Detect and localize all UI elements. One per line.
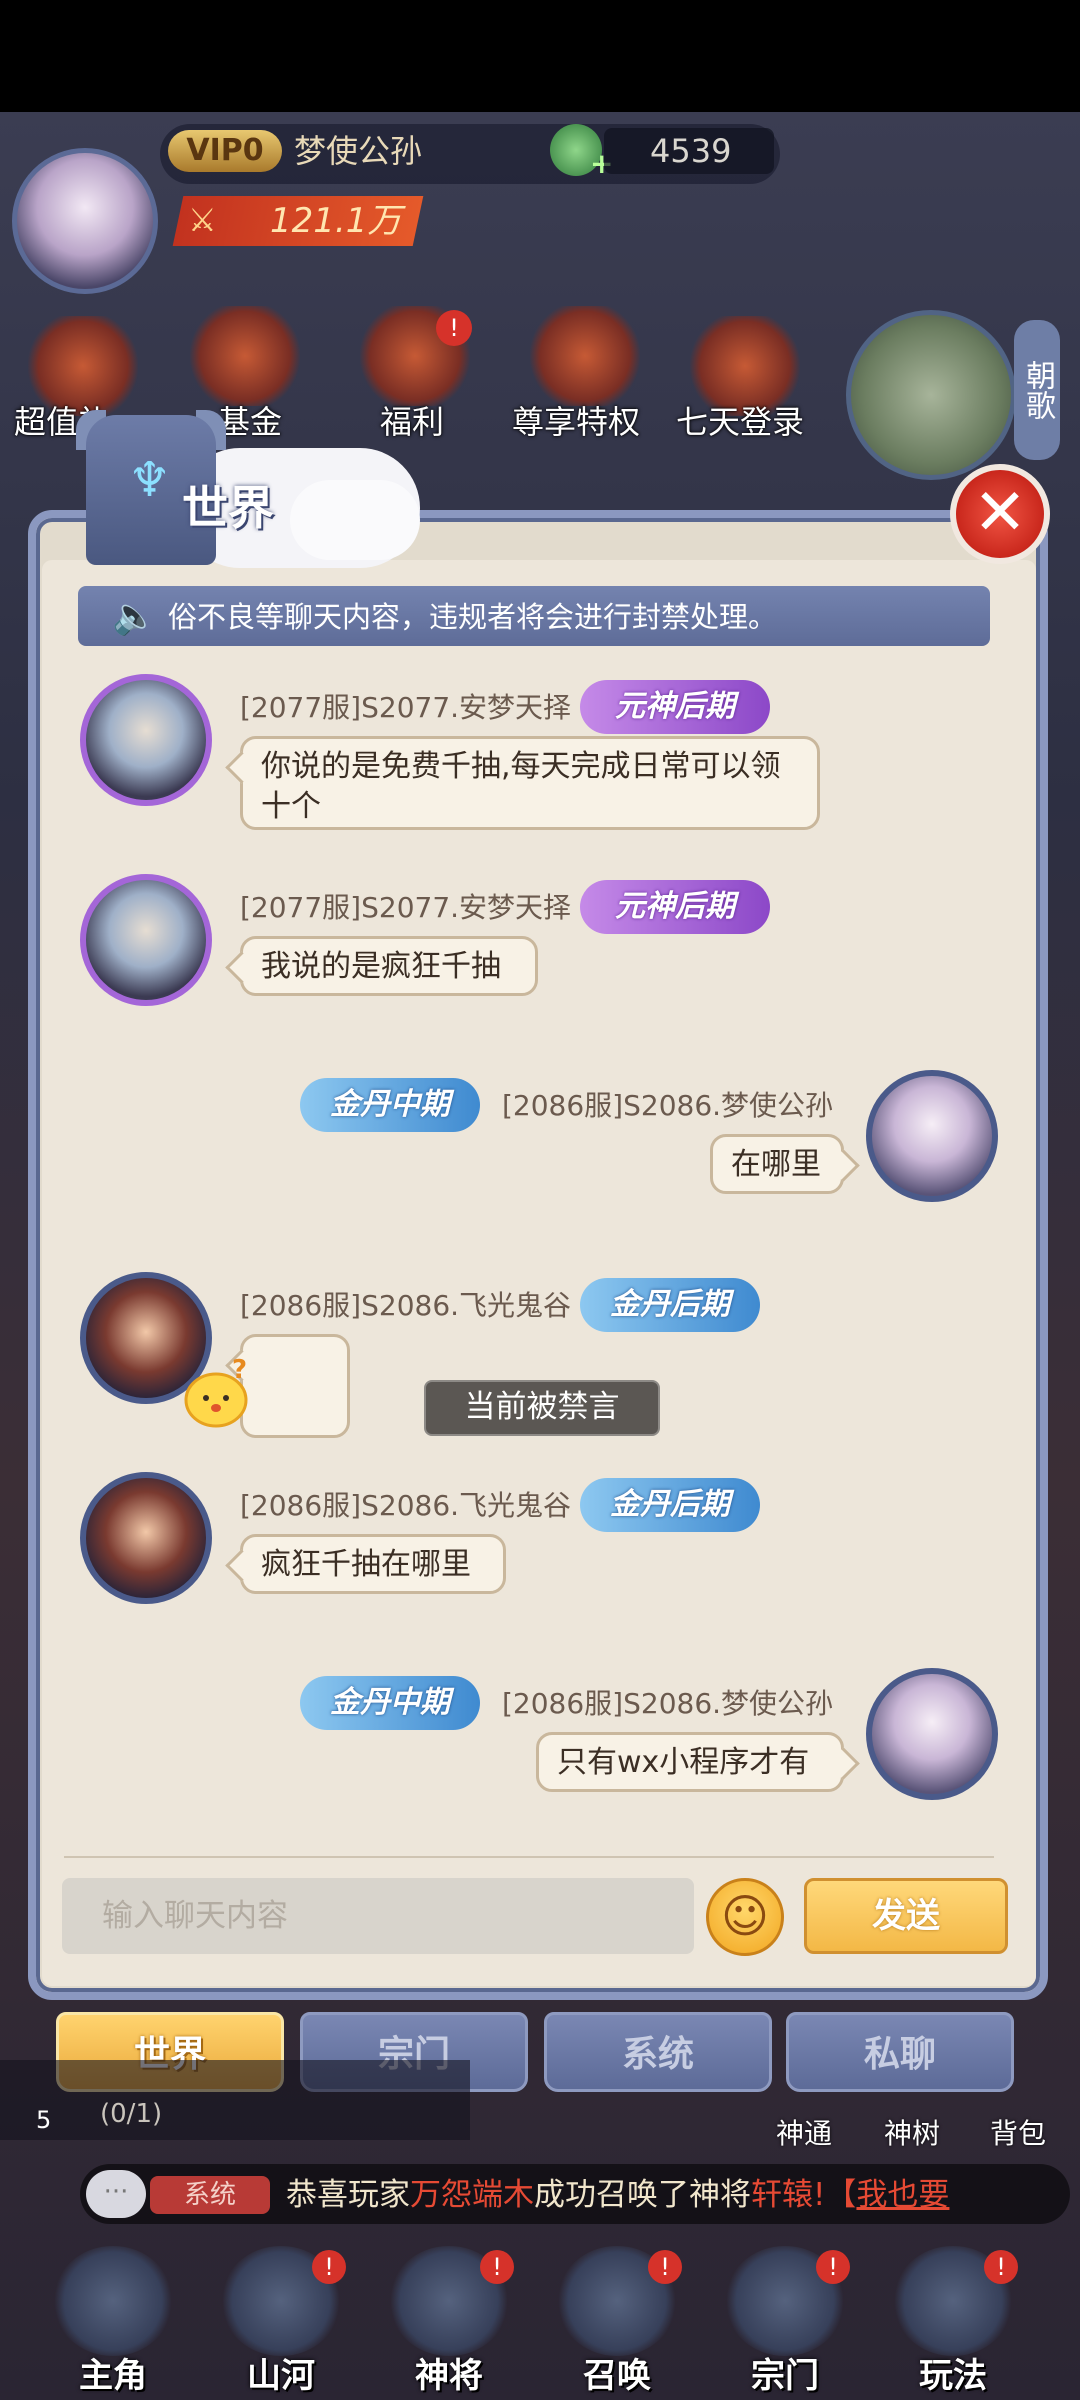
rank-badge: 金丹后期 <box>580 1278 760 1332</box>
emoji-button[interactable]: ☺ <box>706 1878 784 1956</box>
quest-tracker[interactable] <box>0 2060 470 2140</box>
notification-dot: ! <box>816 2250 850 2284</box>
rank-badge: 元神后期 <box>580 880 770 934</box>
feature-label[interactable]: 基金 <box>218 402 282 442</box>
muted-toast: 当前被禁言 <box>424 1380 660 1436</box>
vip-badge[interactable]: VIP0 <box>168 130 282 172</box>
nav-landscape[interactable]: ! 山河 <box>206 2246 356 2396</box>
send-button[interactable]: 发送 <box>804 1878 1008 1954</box>
sender-name[interactable]: [2077服]S2077.安梦天择 <box>240 688 571 728</box>
notice-text: 俗不良等聊天内容，违规者将会进行封禁处理。 <box>168 600 778 634</box>
player-name: 梦使公孙 <box>294 132 423 170</box>
nav-summon[interactable]: ! 召唤 <box>542 2246 692 2396</box>
quest-progress: (0/1) <box>100 2099 163 2129</box>
side-banner[interactable]: 朝歌 <box>1014 320 1060 460</box>
rune-icon: ♆ <box>128 452 172 508</box>
notification-dot: ! <box>984 2250 1018 2284</box>
message-bubble[interactable]: 我说的是疯狂千抽 <box>240 936 538 996</box>
quest-count: 5 <box>36 2106 52 2134</box>
status-bar <box>0 0 1080 112</box>
skills-button[interactable]: 神通 <box>776 2114 832 2154</box>
message-bubble[interactable]: 只有wx小程序才有 <box>536 1732 844 1792</box>
nav-label: 宗门 <box>751 2356 819 2396</box>
system-tag: 系统 <box>150 2176 270 2214</box>
nav-label: 山河 <box>247 2356 315 2396</box>
ticker-hero: 轩辕 <box>751 2177 813 2213</box>
sender-avatar[interactable] <box>80 1472 212 1604</box>
notification-dot: ! <box>312 2250 346 2284</box>
feature-label[interactable]: 尊享特权 <box>512 402 640 442</box>
close-button[interactable]: ✕ <box>950 464 1050 564</box>
sender-name[interactable]: [2086服]S2086.飞光鬼谷 <box>240 1486 571 1526</box>
speaker-icon: 🔈 <box>112 596 157 637</box>
divine-tree-button[interactable]: 神树 <box>884 2114 940 2154</box>
notification-dot: ! <box>648 2250 682 2284</box>
privilege-icon[interactable] <box>530 306 640 406</box>
sender-name[interactable]: [2086服]S2086.梦使公孙 <box>502 1684 833 1724</box>
ticker-message: 恭喜玩家万怨端木成功召唤了神将轩辕!【我也要 <box>286 2172 949 2218</box>
nav-label: 主角 <box>79 2356 147 2396</box>
title-cloud-decoration <box>290 480 420 560</box>
sender-name[interactable]: [2086服]S2086.梦使公孙 <box>502 1086 833 1126</box>
seven-day-login-icon[interactable] <box>690 316 800 416</box>
nav-protagonist[interactable]: 主角 <box>38 2246 188 2396</box>
hero-portrait-icon <box>53 2246 173 2356</box>
dialog-title: 世界 <box>182 481 274 535</box>
tab-system[interactable]: 系统 <box>544 2012 772 2092</box>
svg-text:?: ? <box>232 1356 247 1385</box>
message-bubble[interactable]: 疯狂千抽在哪里 <box>240 1534 506 1594</box>
message-bubble[interactable]: 你说的是免费千抽,每天完成日常可以领十个 <box>240 736 820 830</box>
rank-badge: 金丹后期 <box>580 1478 760 1532</box>
world-map-thumbnail[interactable] <box>846 310 1016 480</box>
self-avatar[interactable] <box>866 1070 998 1202</box>
ticker-text: !【 <box>813 2177 857 2213</box>
rank-badge: 金丹中期 <box>300 1078 480 1132</box>
feature-label[interactable]: 福利 <box>380 402 444 442</box>
message-bubble[interactable]: 在哪里 <box>710 1134 844 1194</box>
currency-value: 4539 <box>650 132 732 170</box>
divider <box>64 1856 994 1858</box>
confused-chick-sticker: ? <box>184 1356 248 1428</box>
sender-avatar[interactable] <box>80 674 212 806</box>
nav-label: 神将 <box>415 2356 483 2396</box>
combat-power-value: 121.1万 <box>270 201 402 241</box>
backpack-button[interactable]: 背包 <box>990 2114 1046 2154</box>
ticker-text: 恭喜玩家 <box>286 2177 410 2213</box>
fund-chest-icon[interactable] <box>190 306 300 406</box>
nav-gameplay[interactable]: ! 玩法 <box>878 2246 1028 2396</box>
tab-private[interactable]: 私聊 <box>786 2012 1014 2092</box>
chat-input[interactable] <box>62 1878 694 1954</box>
notification-dot: ! <box>436 310 472 346</box>
player-avatar[interactable] <box>12 148 158 294</box>
nav-generals[interactable]: ! 神将 <box>374 2246 524 2396</box>
sender-avatar[interactable] <box>80 874 212 1006</box>
sender-name[interactable]: [2077服]S2077.安梦天择 <box>240 888 571 928</box>
ticker-link[interactable]: 我也要 <box>856 2177 949 2213</box>
sender-name[interactable]: [2086服]S2086.飞光鬼谷 <box>240 1286 571 1326</box>
self-avatar[interactable] <box>866 1668 998 1800</box>
ticker-player: 万怨端木 <box>410 2177 534 2213</box>
gift-pack-icon[interactable] <box>28 316 138 416</box>
nav-sect[interactable]: ! 宗门 <box>710 2246 860 2396</box>
swords-icon: ⚔ <box>188 201 217 239</box>
rank-badge: 金丹中期 <box>300 1676 480 1730</box>
chat-bubble-icon[interactable]: ··· <box>86 2170 146 2218</box>
notification-dot: ! <box>480 2250 514 2284</box>
feature-label[interactable]: 七天登录 <box>676 402 804 442</box>
nav-label: 玩法 <box>919 2356 987 2396</box>
ticker-text: 成功召唤了神将 <box>534 2177 751 2213</box>
rank-badge: 元神后期 <box>580 680 770 734</box>
nav-label: 召唤 <box>583 2356 651 2396</box>
